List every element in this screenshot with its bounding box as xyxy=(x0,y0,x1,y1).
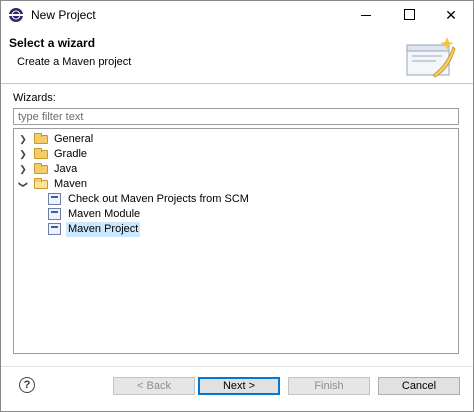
tree-item-gradle[interactable]: ❯ Gradle xyxy=(18,147,454,162)
tree-item-maven-project[interactable]: Maven Project xyxy=(18,222,454,237)
tree-item-label: Maven Project xyxy=(66,222,141,237)
maximize-button[interactable] xyxy=(389,1,429,29)
tree-item-label: Maven xyxy=(54,178,88,190)
tree-item-label: Gradle xyxy=(54,148,88,160)
maven-module-icon xyxy=(48,208,61,220)
close-button[interactable]: ✕ xyxy=(431,1,471,29)
help-icon: ? xyxy=(23,379,31,391)
tree-item-maven-module[interactable]: Maven Module xyxy=(18,207,454,222)
tree-item-label: Java xyxy=(54,163,78,175)
maximize-icon xyxy=(404,9,415,20)
tree-item-label: General xyxy=(54,133,94,145)
folder-icon xyxy=(34,148,48,159)
chevron-right-icon[interactable]: ❯ xyxy=(18,147,28,162)
maven-checkout-icon xyxy=(48,193,61,205)
title-bar[interactable]: New Project ✕ xyxy=(1,1,473,29)
tree-item-checkout-scm[interactable]: Check out Maven Projects from SCM xyxy=(18,192,454,207)
folder-icon xyxy=(34,133,48,144)
chevron-right-icon[interactable]: ❯ xyxy=(18,162,28,177)
tree-item-general[interactable]: ❯ General xyxy=(18,132,454,147)
tree-item-maven[interactable]: ❯ Maven xyxy=(18,177,454,192)
chevron-down-icon[interactable]: ❯ xyxy=(16,180,31,190)
tree-item-java[interactable]: ❯ Java xyxy=(18,162,454,177)
tree-item-label: Check out Maven Projects from SCM xyxy=(68,193,249,205)
close-icon: ✕ xyxy=(445,7,457,23)
next-button[interactable]: Next > xyxy=(198,377,280,395)
finish-button[interactable]: Finish xyxy=(288,377,370,395)
folder-icon xyxy=(34,163,48,174)
filter-input[interactable] xyxy=(13,108,459,125)
cancel-button[interactable]: Cancel xyxy=(378,377,460,395)
back-button[interactable]: < Back xyxy=(113,377,195,395)
chevron-right-icon[interactable]: ❯ xyxy=(18,132,28,147)
open-folder-icon xyxy=(34,178,48,189)
wizard-description: Create a Maven project xyxy=(17,56,132,68)
wizard-heading: Select a wizard xyxy=(9,36,96,50)
footer-divider xyxy=(1,366,473,367)
tree-item-label: Maven Module xyxy=(68,208,141,220)
help-button[interactable]: ? xyxy=(19,377,35,393)
minimize-icon xyxy=(361,15,371,16)
minimize-button[interactable] xyxy=(347,1,387,29)
new-project-dialog: New Project ✕ Select a wizard Create a M… xyxy=(0,0,474,412)
wizards-label: Wizards: xyxy=(13,92,56,104)
wizard-header: Select a wizard Create a Maven project xyxy=(1,29,473,84)
window-title: New Project xyxy=(31,8,96,22)
new-wizard-banner-icon xyxy=(406,37,456,78)
maven-project-icon xyxy=(48,223,61,235)
wizard-tree[interactable]: ❯ General ❯ Gradle ❯ Java ❯ Maven Check … xyxy=(13,128,459,354)
eclipse-app-icon xyxy=(9,8,23,22)
